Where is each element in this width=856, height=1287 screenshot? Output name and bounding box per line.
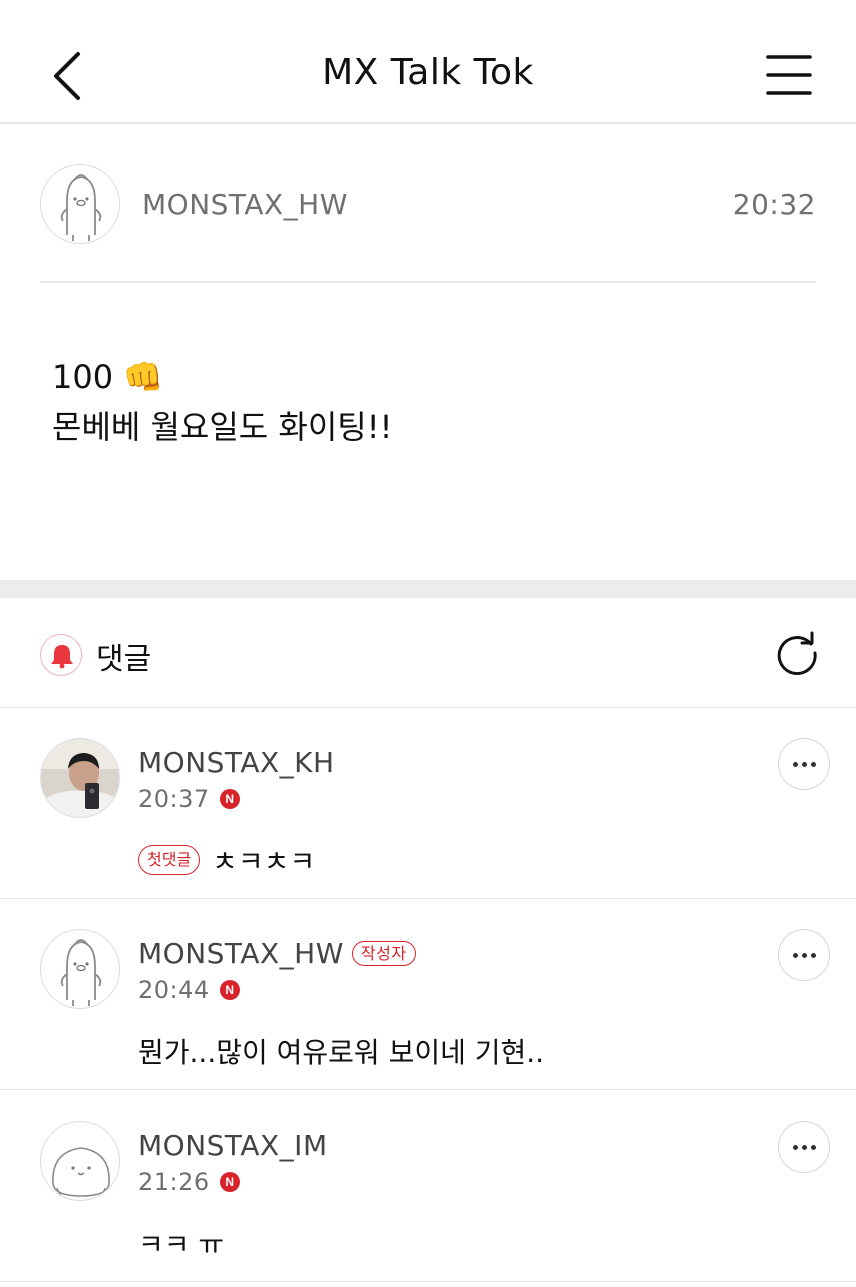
divider — [40, 281, 816, 283]
more-dot — [811, 1145, 816, 1150]
more-dot — [793, 1145, 798, 1150]
penguin-avatar-icon — [60, 939, 102, 1006]
blob-character-avatar-icon — [52, 1147, 110, 1200]
new-badge: N — [219, 980, 240, 1000]
comment-meta: 21:26 N — [138, 1167, 240, 1197]
post-body: 100 👊 몬베베 월요일도 화이팅!! — [52, 352, 812, 452]
more-dot — [811, 953, 816, 958]
top-bar: MX Talk Tok — [0, 0, 856, 124]
more-dot — [811, 762, 816, 767]
comments-title: 댓글 — [96, 642, 152, 677]
post-body-line: 몬베베 월요일도 화이팅!! — [52, 408, 393, 446]
avatar[interactable] — [40, 1121, 120, 1201]
more-dot — [793, 953, 798, 958]
comment-timestamp: 20:37 — [138, 785, 210, 813]
comment-body-row: 뭔가...많이 여유로워 보이네 기현.. — [138, 1031, 544, 1071]
user-photo-avatar — [41, 739, 119, 817]
more-options-button[interactable] — [778, 929, 830, 981]
comment-body-row: ㅋㅋ ㅠ — [138, 1223, 224, 1263]
penguin-avatar-icon — [60, 174, 102, 241]
first-comment-tag: 첫댓글 — [138, 845, 201, 875]
comment-author-name[interactable]: MONSTAX_IM — [138, 1129, 328, 1162]
post-body-line: 100 👊 — [52, 358, 164, 396]
more-options-button[interactable] — [778, 1121, 830, 1173]
more-dot — [802, 953, 807, 958]
comments-header: 댓글 — [0, 598, 856, 708]
comment-body-row: 첫댓글 ㅊㅋㅊㅋ — [138, 840, 315, 880]
bell-icon[interactable] — [40, 634, 82, 676]
comment-item: MONSTAX_HW 작성자 20:44 N 뭔가...많이 여유로워 보이네 기… — [0, 899, 856, 1090]
comment-meta: 20:37 N — [138, 784, 240, 814]
section-separator — [0, 580, 856, 598]
page-title: MX Talk Tok — [322, 52, 534, 93]
comment-text: ㅋㅋ ㅠ — [138, 1228, 225, 1261]
bell-icon-shape — [51, 645, 73, 669]
comment-text: 뭔가...많이 여유로워 보이네 기현.. — [138, 1036, 545, 1069]
avatar[interactable] — [40, 929, 120, 1009]
hamburger-menu-icon — [766, 55, 812, 95]
comment-author-name[interactable]: MONSTAX_KH — [138, 746, 335, 779]
more-dot — [802, 762, 807, 767]
post-author-row: MONSTAX_HW 20:32 — [40, 164, 816, 244]
refresh-button[interactable] — [774, 630, 820, 676]
avatar[interactable] — [40, 738, 120, 818]
comment-author-name[interactable]: MONSTAX_HW — [138, 937, 344, 970]
menu-button[interactable] — [762, 52, 816, 98]
comment-item: MONSTAX_KH 20:37 N 첫댓글 ㅊㅋㅊㅋ — [0, 708, 856, 899]
refresh-icon — [777, 631, 817, 676]
author-tag: 작성자 — [351, 941, 416, 966]
comment-timestamp: 21:26 — [138, 1168, 210, 1196]
more-dot — [793, 762, 798, 767]
comment-text: ㅊㅋㅊㅋ — [212, 845, 316, 878]
post-timestamp: 20:32 — [732, 188, 816, 221]
more-options-button[interactable] — [778, 738, 830, 790]
page: MX Talk Tok MONSTAX_HW 20:32 100 👊 몬베베 월… — [0, 0, 856, 1287]
comment-item: MONSTAX_IM 21:26 N ㅋㅋ ㅠ — [0, 1091, 856, 1282]
avatar[interactable] — [40, 164, 120, 244]
comment-author-name-row: MONSTAX_HW 작성자 — [138, 937, 416, 970]
comment-timestamp: 20:44 — [138, 976, 210, 1004]
more-dot — [802, 1145, 807, 1150]
new-badge: N — [219, 789, 240, 809]
post-author-name[interactable]: MONSTAX_HW — [142, 188, 348, 221]
comment-meta: 20:44 N — [138, 975, 240, 1005]
new-badge: N — [219, 1172, 240, 1192]
